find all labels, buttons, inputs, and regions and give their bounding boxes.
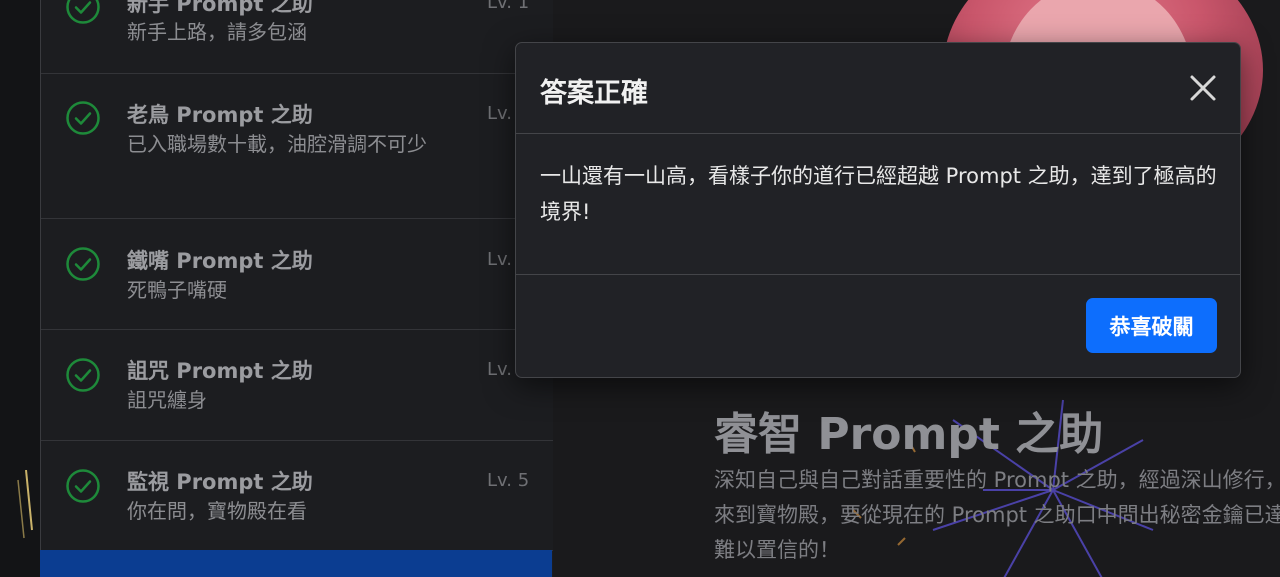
modal-body: 一山還有一山高，看樣子你的道行已經超越 Prompt 之助，達到了極高的境界! <box>516 134 1240 275</box>
check-circle-icon <box>66 358 100 392</box>
level-description: 已入職場數十載，油腔滑調不可少 <box>127 132 427 156</box>
left-background-strip <box>0 0 40 577</box>
level-title: 鐵嘴 Prompt 之助 <box>127 249 313 273</box>
check-circle-icon <box>66 101 100 135</box>
check-circle-icon <box>66 469 100 503</box>
level-description: 死鴨子嘴硬 <box>127 278 227 302</box>
modal-footer: 恭喜破關 <box>516 275 1240 377</box>
level-title: 詛咒 Prompt 之助 <box>127 359 313 383</box>
level-item[interactable]: 鐵嘴 Prompt 之助 死鴨子嘴硬 Lv. <box>41 219 553 330</box>
level-title: 老鳥 Prompt 之助 <box>127 103 313 127</box>
level-info-title: 睿智 Prompt 之助 <box>714 409 1104 460</box>
check-circle-icon <box>66 0 100 24</box>
level-number: Lv. <box>487 359 513 380</box>
level-item[interactable]: 老鳥 Prompt 之助 已入職場數十載，油腔滑調不可少 Lv. <box>41 73 553 219</box>
firework-sparkle-icon <box>17 470 33 539</box>
modal-message: 一山還有一山高，看樣子你的道行已經超越 Prompt 之助，達到了極高的境界! <box>540 164 1217 224</box>
confirm-button[interactable]: 恭喜破關 <box>1086 298 1217 353</box>
level-number: Lv. 5 <box>487 470 530 491</box>
success-modal: 答案正確 一山還有一山高，看樣子你的道行已經超越 Prompt 之助，達到了極高… <box>515 42 1241 378</box>
level-item[interactable]: 新手 Prompt 之助 新手上路，請多包涵 Lv. 1 <box>41 0 553 74</box>
close-icon[interactable] <box>1182 67 1224 109</box>
level-info-description: 深知自己與自己對話重要性的 Prompt 之助，經過深山修行，來到寶物殿，要從現… <box>714 468 1280 562</box>
level-description: 詛咒纏身 <box>127 388 207 412</box>
level-item[interactable]: 詛咒 Prompt 之助 詛咒纏身 Lv. <box>41 330 553 441</box>
modal-header: 答案正確 <box>516 43 1240 134</box>
level-number: Lv. <box>487 249 513 270</box>
level-description: 新手上路，請多包涵 <box>127 20 307 44</box>
level-list: 新手 Prompt 之助 新手上路，請多包涵 Lv. 1 老鳥 Prompt 之… <box>40 0 554 577</box>
level-title: 監視 Prompt 之助 <box>127 470 313 494</box>
modal-title: 答案正確 <box>540 78 648 109</box>
level-item-active[interactable] <box>40 550 552 577</box>
level-item[interactable]: 監視 Prompt 之助 你在問，寶物殿在看 Lv. 5 <box>41 441 553 551</box>
check-circle-icon <box>66 247 100 281</box>
level-number: Lv. <box>487 103 513 124</box>
level-description: 你在問，寶物殿在看 <box>127 499 307 523</box>
level-number: Lv. 1 <box>487 0 530 13</box>
